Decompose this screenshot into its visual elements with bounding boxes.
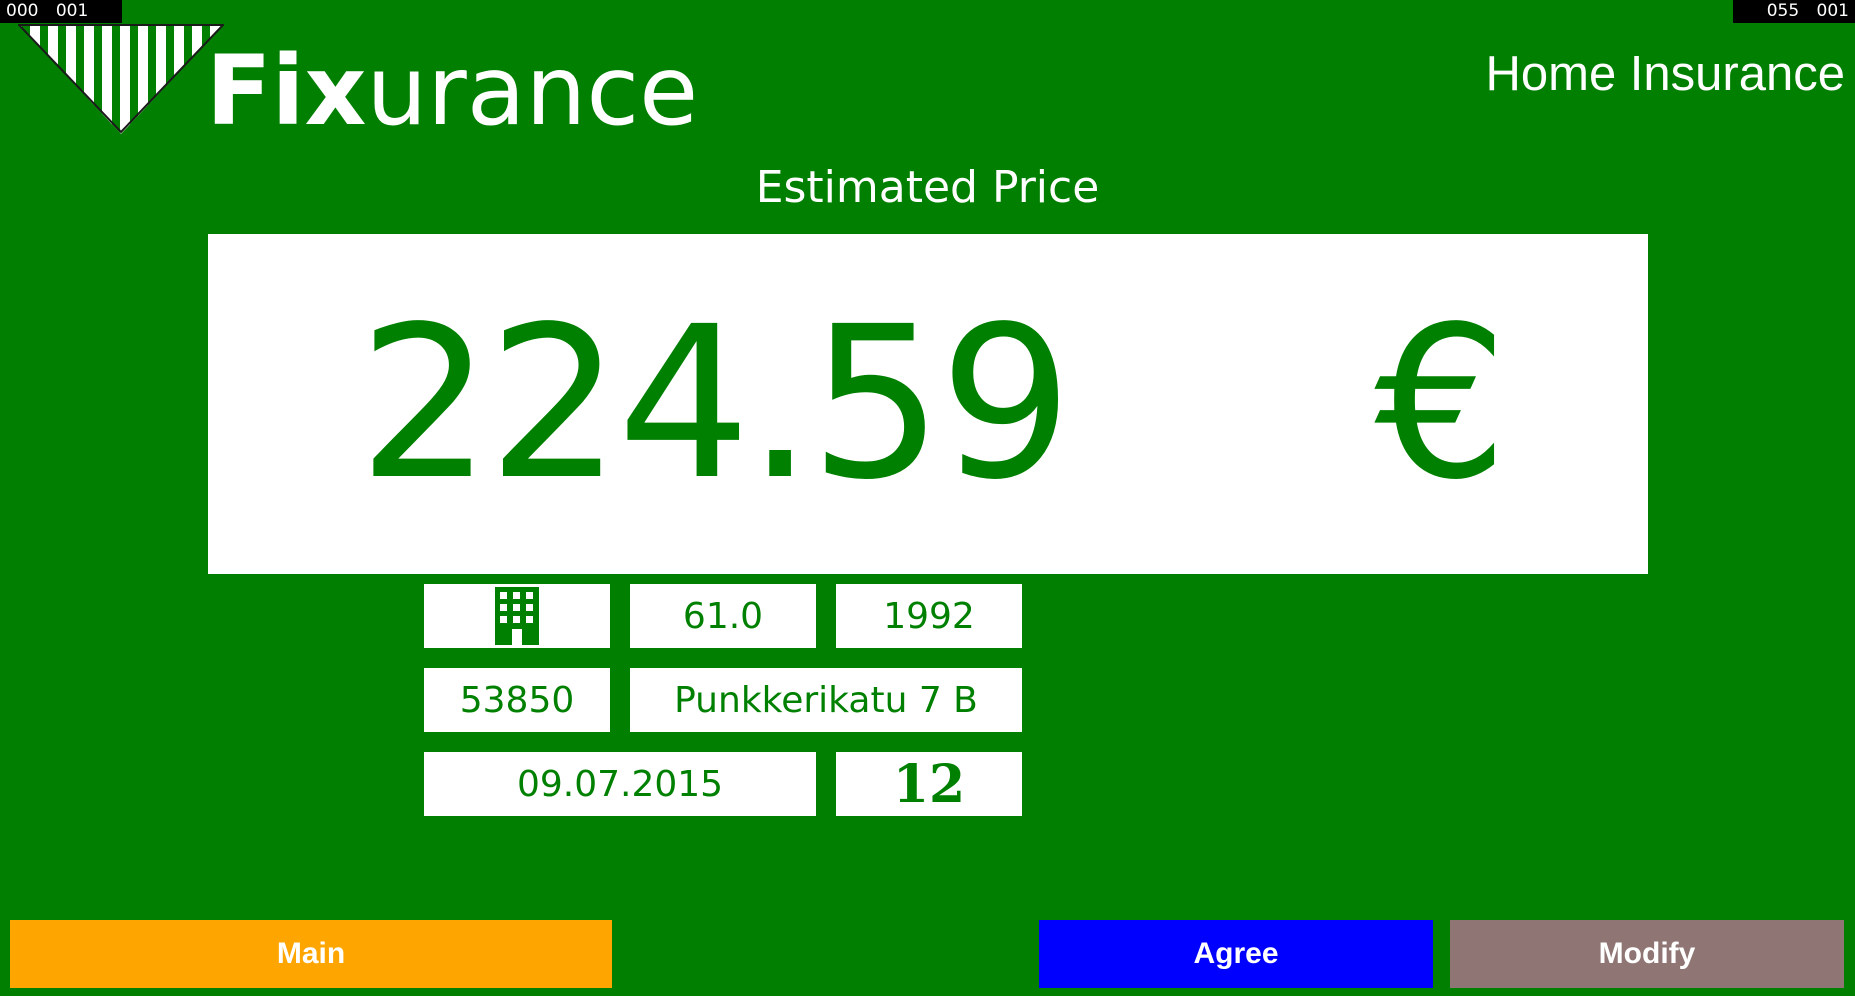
brand-name: Fixurance	[206, 36, 698, 146]
page-title: Home Insurance	[1485, 47, 1845, 101]
brand-name-rest: urance	[366, 35, 699, 147]
brand-name-bold: Fix	[206, 35, 367, 147]
agree-button[interactable]: Agree	[1039, 920, 1433, 988]
year-built-cell[interactable]: 1992	[836, 584, 1022, 648]
area-cell[interactable]: 61.0	[630, 584, 816, 648]
price-amount: 224.59	[358, 281, 1073, 526]
price-panel: 224.59 €	[208, 234, 1648, 574]
months-cell[interactable]: 12	[836, 752, 1022, 816]
main-button[interactable]: Main	[10, 920, 612, 988]
postal-code-value: 53850	[459, 679, 575, 721]
debug-counter-left: 000 001	[0, 0, 122, 23]
months-value: 12	[892, 753, 966, 815]
fixurance-logo-icon	[18, 24, 224, 134]
modify-button[interactable]: Modify	[1450, 920, 1844, 988]
debug-counter-right: 055 001	[1733, 0, 1855, 23]
year-built-value: 1992	[883, 595, 975, 637]
apartment-building-icon	[495, 587, 539, 645]
address-cell[interactable]: Punkkerikatu 7 B	[630, 668, 1022, 732]
address-value: Punkkerikatu 7 B	[674, 679, 978, 721]
start-date-value: 09.07.2015	[516, 763, 724, 805]
price-currency: €	[1374, 281, 1508, 526]
property-type-cell[interactable]	[424, 584, 610, 648]
start-date-cell[interactable]: 09.07.2015	[424, 752, 816, 816]
estimated-price-label: Estimated Price	[755, 162, 1100, 213]
postal-code-cell[interactable]: 53850	[424, 668, 610, 732]
area-value: 61.0	[682, 595, 764, 637]
